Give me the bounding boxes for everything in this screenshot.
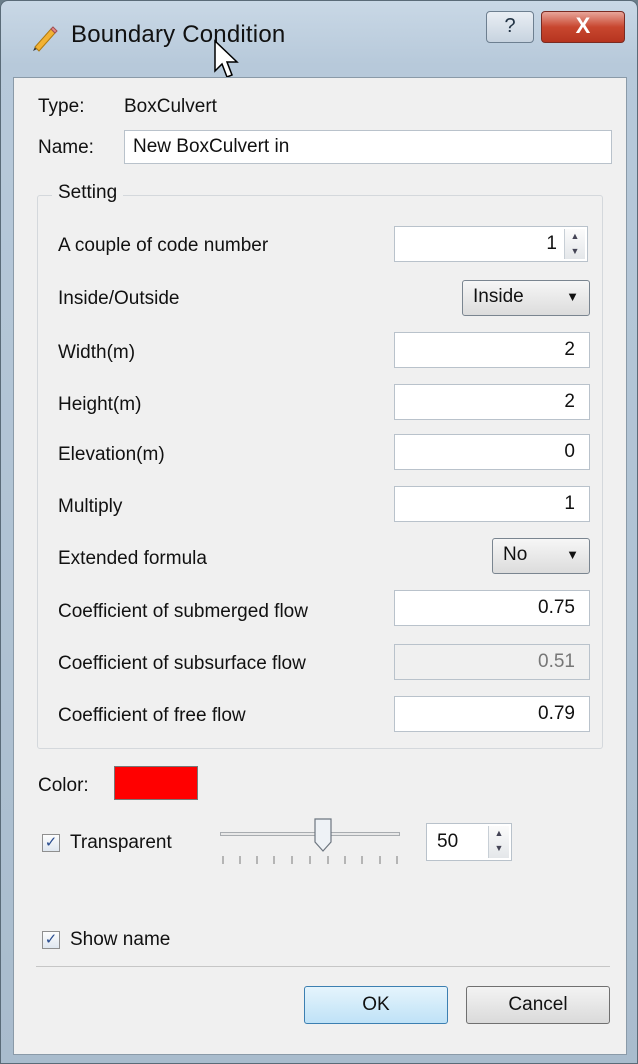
extended-formula-label: Extended formula: [58, 548, 207, 569]
multiply-label: Multiply: [58, 496, 123, 517]
height-label: Height(m): [58, 394, 142, 415]
close-button[interactable]: X: [541, 11, 625, 43]
code-number-label: A couple of code number: [58, 235, 269, 256]
help-button[interactable]: ?: [486, 11, 534, 43]
ok-button[interactable]: OK: [304, 986, 448, 1024]
submerged-flow-input[interactable]: 0.75: [394, 590, 590, 626]
color-swatch[interactable]: [114, 766, 198, 800]
code-number-value: 1: [546, 233, 557, 254]
setting-title: Setting: [52, 182, 124, 204]
inside-outside-label: Inside/Outside: [58, 288, 180, 309]
transparent-label: Transparent: [70, 832, 172, 853]
subsurface-flow-label: Coefficient of subsurface flow: [58, 653, 306, 674]
transparent-checkbox[interactable]: ✓: [42, 834, 60, 852]
pencil-icon: [33, 26, 58, 52]
name-input[interactable]: New BoxCulvert in: [124, 130, 612, 164]
submerged-flow-label: Coefficient of submerged flow: [58, 601, 308, 622]
slider-thumb-icon[interactable]: [314, 818, 332, 852]
free-flow-input[interactable]: 0.79: [394, 696, 590, 732]
name-label: Name:: [38, 137, 94, 158]
spin-down-icon[interactable]: ▼: [565, 244, 585, 259]
code-number-spinbox[interactable]: 1 ▲ ▼: [394, 226, 588, 262]
elevation-label: Elevation(m): [58, 444, 165, 465]
slider-ticks: [222, 856, 398, 864]
spin-up-icon[interactable]: ▲: [565, 229, 585, 244]
chevron-down-icon: ▼: [566, 547, 579, 562]
type-value: BoxCulvert: [124, 96, 217, 117]
inside-outside-value: Inside: [473, 286, 524, 307]
show-name-checkbox[interactable]: ✓: [42, 931, 60, 949]
width-input[interactable]: 2: [394, 332, 590, 368]
extended-formula-combo[interactable]: No ▼: [492, 538, 590, 574]
color-label: Color:: [38, 775, 89, 796]
dialog-window: Boundary Condition ? X Type: BoxCulvert …: [0, 0, 638, 1064]
transparency-value: 50: [437, 831, 459, 852]
spin-up-icon[interactable]: ▲: [489, 826, 509, 841]
show-name-label: Show name: [70, 929, 171, 950]
height-input[interactable]: 2: [394, 384, 590, 420]
title-bar[interactable]: Boundary Condition ? X: [1, 1, 637, 78]
transparency-spin-buttons[interactable]: ▲ ▼: [488, 826, 509, 858]
transparency-spinbox[interactable]: 50 ▲ ▼: [426, 823, 512, 861]
cancel-button[interactable]: Cancel: [466, 986, 610, 1024]
dialog-body: Type: BoxCulvert Name: New BoxCulvert in…: [13, 77, 627, 1055]
free-flow-label: Coefficient of free flow: [58, 705, 246, 726]
spin-down-icon[interactable]: ▼: [489, 841, 509, 856]
inside-outside-combo[interactable]: Inside ▼: [462, 280, 590, 316]
code-number-spin-buttons[interactable]: ▲ ▼: [564, 229, 585, 259]
extended-formula-value: No: [503, 544, 528, 565]
button-separator: [36, 966, 610, 967]
type-label: Type:: [38, 96, 85, 117]
chevron-down-icon: ▼: [566, 289, 579, 304]
subsurface-flow-input: 0.51: [394, 644, 590, 680]
width-label: Width(m): [58, 342, 136, 363]
elevation-input[interactable]: 0: [394, 434, 590, 470]
transparency-slider-track[interactable]: [220, 832, 400, 836]
window-title: Boundary Condition: [71, 21, 286, 48]
multiply-input[interactable]: 1: [394, 486, 590, 522]
